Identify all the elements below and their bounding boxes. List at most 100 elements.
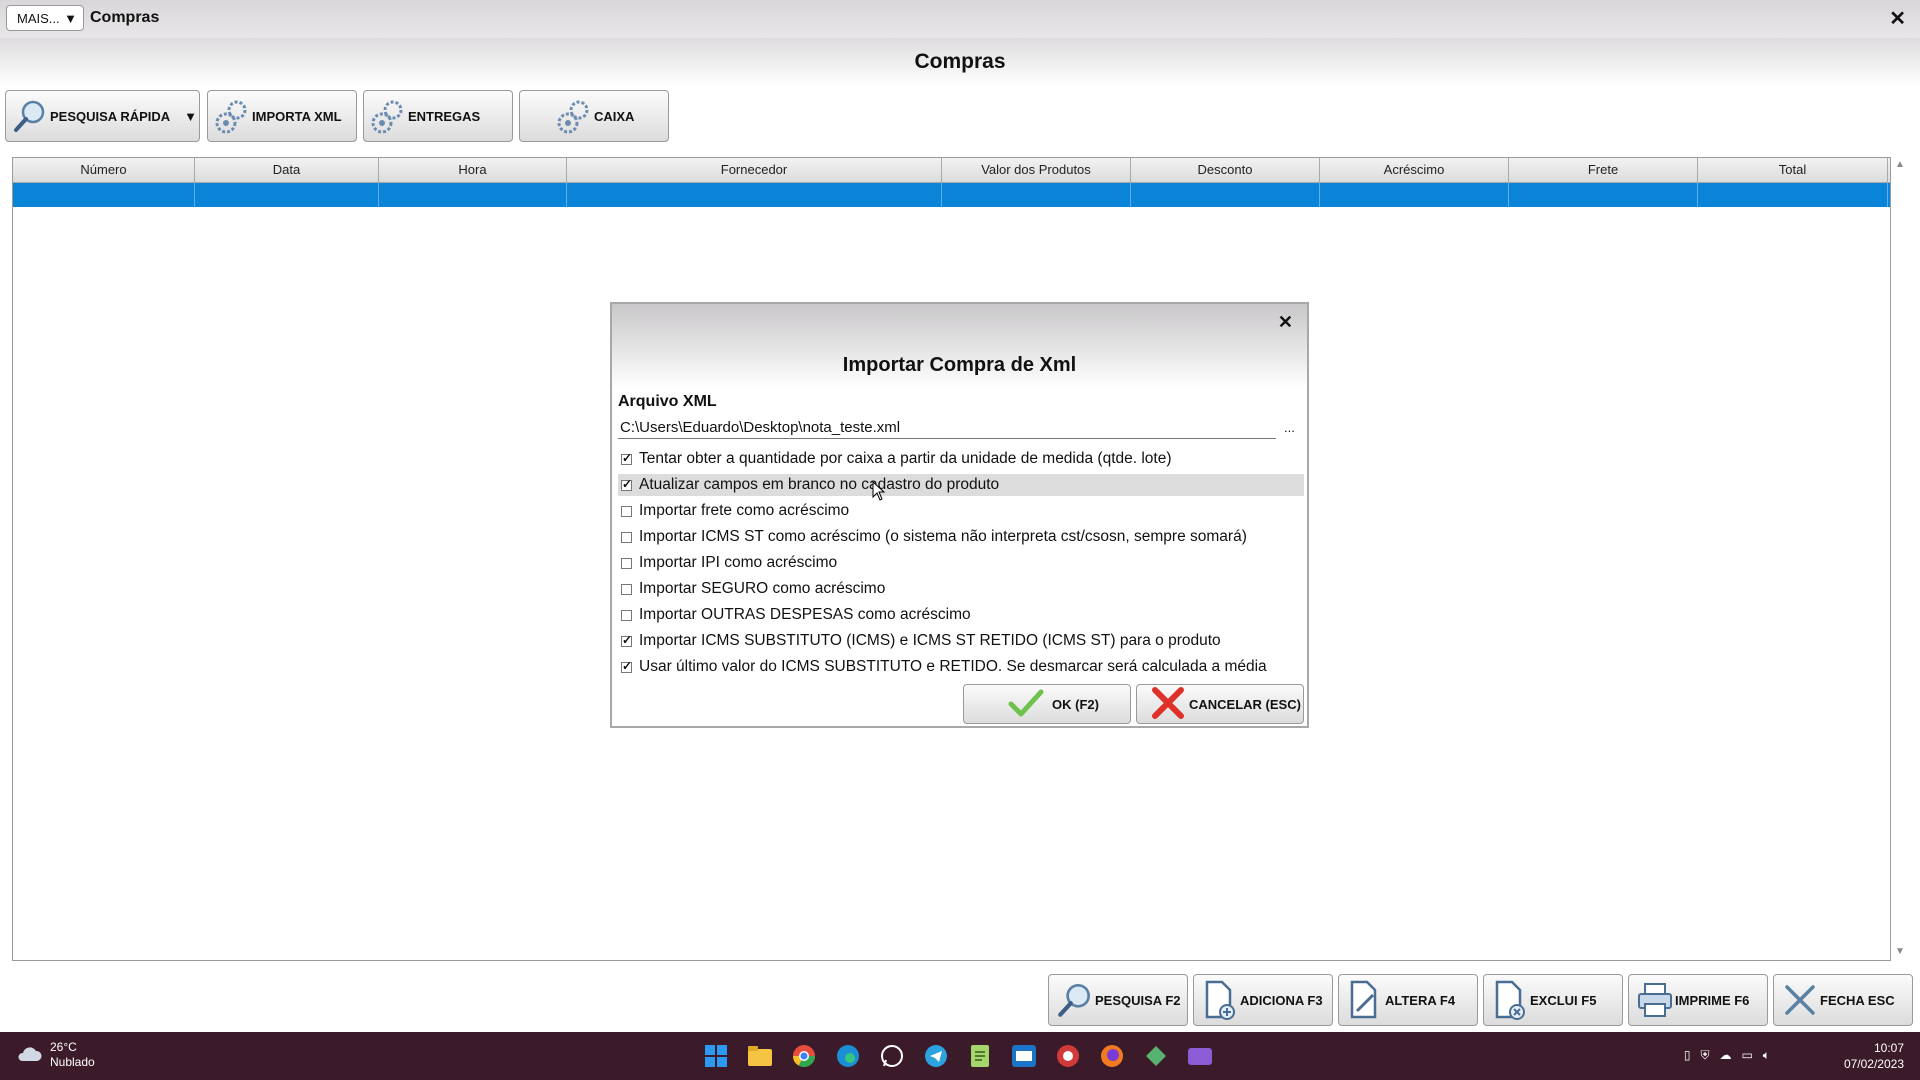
print-f6-label: IMPRIME F6 [1675, 992, 1750, 1008]
chrome-icon[interactable] [788, 1040, 820, 1072]
firefox-icon[interactable] [1096, 1040, 1128, 1072]
checkbox[interactable] [621, 583, 632, 595]
gear-icon [212, 96, 252, 136]
option-insurance-as-surcharge[interactable]: Importar SEGURO como acréscimo [618, 578, 1304, 600]
add-f3-button[interactable]: ADICIONA F3 [1193, 974, 1333, 1026]
option-icms-st-as-surcharge[interactable]: Importar ICMS ST como acréscimo (o siste… [618, 526, 1304, 548]
network-icon[interactable]: ▭ [1741, 1048, 1752, 1063]
option-other-expenses-as-surcharge[interactable]: Importar OUTRAS DESPESAS como acréscimo [618, 604, 1304, 626]
option-qty-per-box[interactable]: Tentar obter a quantidade por caixa a pa… [618, 448, 1304, 470]
speaker-icon[interactable]: 🔈︎ [1763, 1048, 1770, 1063]
option-ipi-as-surcharge[interactable]: Importar IPI como acréscimo [618, 552, 1304, 574]
quick-search-label: PESQUISA RÁPIDA [50, 108, 171, 124]
import-xml-button[interactable]: IMPORTA XML [207, 90, 357, 142]
outlook-icon[interactable] [1008, 1040, 1040, 1072]
vertical-scrollbar[interactable]: ▲ ▼ [1892, 157, 1908, 959]
option-label: Importar IPI como acréscimo [639, 554, 838, 571]
scroll-down-icon[interactable]: ▼ [1895, 946, 1905, 957]
import-xml-dialog: ✕ Importar Compra de Xml Arquivo XML ...… [610, 302, 1309, 728]
table-row[interactable] [13, 183, 1890, 207]
xml-file-label: Arquivo XML [618, 393, 717, 410]
shield-icon[interactable]: ⛨ [1700, 1048, 1709, 1063]
system-app-icon[interactable] [1140, 1040, 1172, 1072]
option-label: Usar último valor do ICMS SUBSTITUTO e R… [639, 658, 1267, 675]
option-use-last-icms-value[interactable]: Usar último valor do ICMS SUBSTITUTO e R… [618, 656, 1304, 678]
temperature: 26°C [50, 1040, 77, 1054]
checkbox[interactable] [621, 531, 632, 543]
add-f3-label: ADICIONA F3 [1240, 992, 1323, 1008]
cancel-button[interactable]: CANCELAR (ESC) [1136, 684, 1304, 724]
dialog-close-button[interactable]: ✕ [1278, 312, 1293, 333]
ok-button[interactable]: OK (F2) [963, 684, 1131, 724]
gear-icon [368, 96, 408, 136]
date: 07/02/2023 [1843, 1057, 1904, 1071]
column-header-numero[interactable]: Número [13, 158, 195, 182]
search-f2-button[interactable]: PESQUISA F2 [1048, 974, 1188, 1026]
column-header-fornecedor[interactable]: Fornecedor [567, 158, 942, 182]
edge-icon[interactable] [832, 1040, 864, 1072]
checkbox[interactable] [621, 451, 632, 465]
xml-file-path-input[interactable] [618, 416, 1276, 439]
checkbox[interactable] [621, 505, 632, 517]
close-esc-label: FECHA ESC [1820, 992, 1895, 1008]
edit-document-icon [1345, 978, 1385, 1022]
file-explorer-icon[interactable] [744, 1040, 776, 1072]
checkbox[interactable] [621, 477, 632, 491]
clock[interactable]: 10:07 07/02/2023 [1844, 1040, 1904, 1072]
battery-icon[interactable]: ▯ [1684, 1048, 1691, 1063]
column-header-desconto[interactable]: Desconto [1131, 158, 1320, 182]
column-header-data[interactable]: Data [195, 158, 379, 182]
window-title: Compras [90, 9, 160, 26]
checkbox[interactable] [621, 633, 632, 647]
cancel-label: CANCELAR (ESC) [1189, 696, 1301, 712]
checkbox[interactable] [621, 659, 632, 673]
column-header-total[interactable]: Total [1698, 158, 1888, 182]
close-icon [1780, 978, 1820, 1022]
whatsapp-icon[interactable] [876, 1040, 908, 1072]
notepad-icon[interactable] [964, 1040, 996, 1072]
start-icon[interactable] [700, 1040, 732, 1072]
option-label: Importar frete como acréscimo [639, 502, 850, 519]
weather-widget[interactable]: 26°C Nublado [16, 1040, 95, 1070]
cloud-sync-icon[interactable]: ☁ [1719, 1048, 1731, 1063]
delete-f5-label: EXCLUI F5 [1530, 992, 1597, 1008]
time: 10:07 [1873, 1041, 1904, 1055]
window-close-button[interactable]: ✕ [1889, 6, 1906, 31]
search-f2-label: PESQUISA F2 [1095, 992, 1181, 1008]
video-app-icon[interactable] [1184, 1040, 1216, 1072]
option-freight-as-surcharge[interactable]: Importar frete como acréscimo [618, 500, 1304, 522]
mais-menu-button[interactable]: MAIS... ▼ [6, 5, 84, 31]
option-label: Importar ICMS SUBSTITUTO (ICMS) e ICMS S… [639, 632, 1221, 649]
deliveries-button[interactable]: ENTREGAS [363, 90, 513, 142]
printer-icon [1635, 978, 1675, 1022]
option-label: Importar OUTRAS DESPESAS como acréscimo [639, 606, 971, 623]
print-f6-button[interactable]: IMPRIME F6 [1628, 974, 1768, 1026]
scroll-up-icon[interactable]: ▲ [1895, 159, 1905, 170]
edit-f4-button[interactable]: ALTERA F4 [1338, 974, 1478, 1026]
ok-label: OK (F2) [1052, 696, 1099, 712]
delete-document-icon [1490, 978, 1530, 1022]
search-icon [1055, 978, 1095, 1022]
option-update-blank-fields[interactable]: Atualizar campos em branco no cadastro d… [618, 474, 1304, 496]
taskbar-apps [700, 1040, 1216, 1072]
quick-search-button[interactable]: PESQUISA RÁPIDA ▼ [5, 90, 200, 142]
column-header-valor-produtos[interactable]: Valor dos Produtos [942, 158, 1131, 182]
add-document-icon [1200, 978, 1240, 1022]
telegram-icon[interactable] [920, 1040, 952, 1072]
delete-f5-button[interactable]: EXCLUI F5 [1483, 974, 1623, 1026]
cashier-button[interactable]: CAIXA [519, 90, 669, 142]
app-icon[interactable] [1052, 1040, 1084, 1072]
column-header-acrescimo[interactable]: Acréscimo [1320, 158, 1509, 182]
chevron-down-icon[interactable]: ▼ [184, 109, 197, 124]
search-icon [10, 96, 50, 136]
browse-file-button[interactable]: ... [1284, 420, 1295, 435]
checkbox[interactable] [621, 609, 632, 621]
option-import-icms-substituto[interactable]: Importar ICMS SUBSTITUTO (ICMS) e ICMS S… [618, 630, 1304, 652]
checkbox[interactable] [621, 557, 632, 569]
column-header-frete[interactable]: Frete [1509, 158, 1698, 182]
dialog-title: Importar Compra de Xml [842, 354, 1077, 376]
close-esc-button[interactable]: FECHA ESC [1773, 974, 1913, 1026]
option-label: Importar ICMS ST como acréscimo (o siste… [639, 528, 1247, 545]
column-header-hora[interactable]: Hora [379, 158, 567, 182]
edit-f4-label: ALTERA F4 [1385, 992, 1456, 1008]
